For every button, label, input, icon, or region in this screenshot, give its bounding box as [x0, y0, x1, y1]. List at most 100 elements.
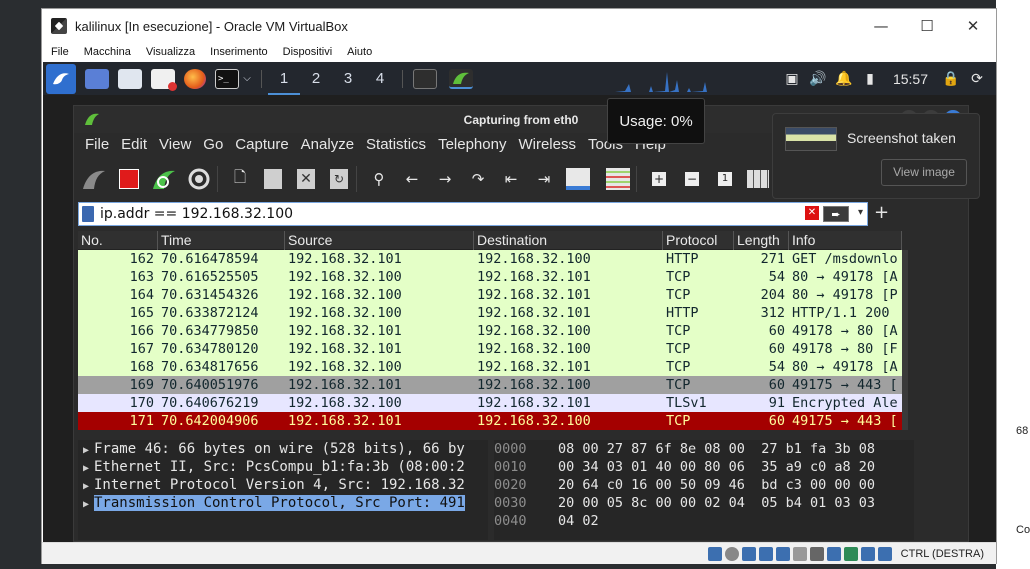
ws-menu-edit[interactable]: Edit [121, 136, 147, 153]
workspace-1[interactable]: 1 [268, 62, 300, 95]
hex-row[interactable]: 0030 20 00 05 8c 00 00 02 04 05 b4 01 03 … [494, 494, 914, 512]
zoom-in-button[interactable]: + [645, 165, 673, 193]
bell-icon[interactable]: 🔔 [831, 71, 857, 87]
vbox-menu-dispositivi[interactable]: Dispositivi [283, 46, 333, 58]
hdd-icon[interactable] [707, 546, 722, 561]
ws-menu-wireless[interactable]: Wireless [518, 136, 576, 153]
hex-row[interactable]: 0010 00 34 03 01 40 00 80 06 35 a9 c0 a8 … [494, 458, 914, 476]
vbox-menu-inserimento[interactable]: Inserimento [210, 46, 267, 58]
detail-row-ipv4[interactable]: ▶ Internet Protocol Version 4, Src: 192.1… [78, 476, 488, 494]
column-source[interactable]: Source [285, 231, 474, 250]
workspace-2[interactable]: 2 [300, 70, 332, 87]
file-manager-icon[interactable] [118, 68, 142, 89]
detail-row-tcp[interactable]: ▶ Transmission Control Protocol, Src Port… [78, 494, 488, 512]
keyboard-icon[interactable] [877, 546, 892, 561]
ws-menu-file[interactable]: File [85, 136, 109, 153]
filter-dropdown-icon[interactable]: ▾ [858, 207, 863, 218]
wireshark-task[interactable] [449, 68, 473, 89]
restart-capture-button[interactable] [149, 164, 179, 194]
first-packet-button[interactable]: ⇤ [497, 165, 525, 193]
terminal-icon[interactable]: >_ [215, 68, 239, 89]
autoscroll-button[interactable] [563, 164, 593, 194]
terminal-window-task[interactable] [413, 68, 437, 89]
firefox-icon[interactable] [184, 68, 206, 89]
screenshot-notification[interactable]: Screenshot taken View image [772, 113, 980, 199]
clock[interactable]: 15:57 [893, 71, 928, 87]
detail-row-ethernet[interactable]: ▶ Ethernet II, Src: PcsCompu_b1:fa:3b (08… [78, 458, 488, 476]
find-packet-button[interactable]: ⚲ [365, 165, 393, 193]
expand-arrow-icon[interactable]: ▶ [78, 460, 94, 476]
go-back-button[interactable]: ← [398, 165, 426, 193]
workspace-3[interactable]: 3 [332, 70, 364, 87]
save-file-button[interactable] [259, 165, 287, 193]
screenshot-thumbnail[interactable] [785, 127, 837, 151]
kali-menu-button[interactable] [46, 63, 76, 94]
detail-row-frame[interactable]: ▶ Frame 46: 66 bytes on wire (528 bits), … [78, 440, 488, 458]
apply-filter-button[interactable]: ➨ [823, 206, 849, 222]
go-to-packet-button[interactable]: ↷ [464, 165, 492, 193]
column-no[interactable]: No. [78, 231, 158, 250]
display-icon[interactable]: ▣ [779, 71, 805, 87]
packet-row[interactable]: 168 70.634817656 192.168.32.100 192.168.32.… [78, 358, 902, 376]
expand-arrow-icon[interactable]: ▶ [78, 478, 94, 494]
cpu-icon[interactable] [843, 546, 858, 561]
normal-size-button[interactable]: 1 [711, 165, 739, 193]
expand-arrow-icon[interactable]: ▶ [78, 442, 94, 458]
packet-row[interactable]: 166 70.634779850 192.168.32.101 192.168.32.… [78, 322, 902, 340]
display-filter-input[interactable]: ip.addr == 192.168.32.100 ✕ ➨ ▾ [78, 202, 868, 226]
reload-file-button[interactable]: ↻ [325, 165, 353, 193]
go-forward-button[interactable]: → [431, 165, 459, 193]
packet-row[interactable]: 169 70.640051976 192.168.32.101 192.168.32.… [78, 376, 902, 394]
column-length[interactable]: Length [734, 231, 789, 250]
vbox-menu-visualizza[interactable]: Visualizza [146, 46, 195, 58]
volume-icon[interactable]: 🔊 [805, 71, 831, 87]
shared-folders-icon[interactable] [792, 546, 807, 561]
text-editor-icon[interactable] [151, 68, 177, 91]
last-packet-button[interactable]: ⇥ [530, 165, 558, 193]
vbox-menu-aiuto[interactable]: Aiuto [347, 46, 372, 58]
zoom-out-button[interactable]: − [678, 165, 706, 193]
hex-row[interactable]: 0040 04 02 [494, 512, 914, 530]
resize-columns-button[interactable] [744, 165, 772, 193]
ws-menu-analyze[interactable]: Analyze [301, 136, 354, 153]
clear-filter-icon[interactable]: ✕ [805, 206, 819, 220]
battery-icon[interactable]: ▮ [857, 71, 883, 87]
add-filter-button[interactable]: + [874, 202, 889, 223]
hex-row[interactable]: 0000 08 00 27 87 6f 8e 08 00 27 b1 fa 3b … [494, 440, 914, 458]
optical-drive-icon[interactable] [724, 546, 739, 561]
recording-icon[interactable] [826, 546, 841, 561]
packet-list-scrollbar[interactable] [902, 250, 908, 430]
vbox-menu-macchina[interactable]: Macchina [84, 46, 131, 58]
ws-menu-telephony[interactable]: Telephony [438, 136, 506, 153]
capture-options-button[interactable] [184, 164, 214, 194]
packet-row[interactable]: 170 70.640676219 192.168.32.100 192.168.32.… [78, 394, 902, 412]
minimize-button[interactable]: — [858, 9, 904, 43]
pane-splitter[interactable] [78, 432, 902, 438]
chevron-down-icon[interactable]: ⌵ [239, 62, 255, 95]
workspace-4[interactable]: 4 [364, 70, 396, 87]
open-file-button[interactable]: 🗋 [226, 165, 254, 193]
ws-menu-view[interactable]: View [159, 136, 191, 153]
close-file-button[interactable]: ✕ [292, 165, 320, 193]
packet-row[interactable]: 165 70.633872124 192.168.32.100 192.168.32.… [78, 304, 902, 322]
ws-menu-go[interactable]: Go [203, 136, 223, 153]
lock-icon[interactable]: 🔒 [938, 71, 964, 87]
column-time[interactable]: Time [158, 231, 285, 250]
column-destination[interactable]: Destination [474, 231, 663, 250]
view-image-button[interactable]: View image [881, 159, 967, 186]
bookmark-icon[interactable] [82, 206, 94, 222]
hex-row[interactable]: 0020 20 64 c0 16 00 50 09 46 bd c3 00 00 … [494, 476, 914, 494]
mouse-integration-icon[interactable] [860, 546, 875, 561]
usb-icon[interactable] [775, 546, 790, 561]
ws-menu-capture[interactable]: Capture [235, 136, 288, 153]
desktop-app-icon[interactable] [85, 68, 109, 89]
audio-icon[interactable] [741, 546, 756, 561]
network-icon[interactable] [758, 546, 773, 561]
close-button[interactable]: ✕ [950, 9, 996, 43]
start-capture-button[interactable] [79, 164, 109, 194]
filter-text[interactable]: ip.addr == 192.168.32.100 [100, 206, 293, 222]
packet-row[interactable]: 164 70.631454326 192.168.32.100 192.168.32.… [78, 286, 902, 304]
stop-capture-button[interactable] [114, 164, 144, 194]
packet-row[interactable]: 163 70.616525505 192.168.32.100 192.168.32.… [78, 268, 902, 286]
maximize-button[interactable]: ☐ [904, 9, 950, 43]
